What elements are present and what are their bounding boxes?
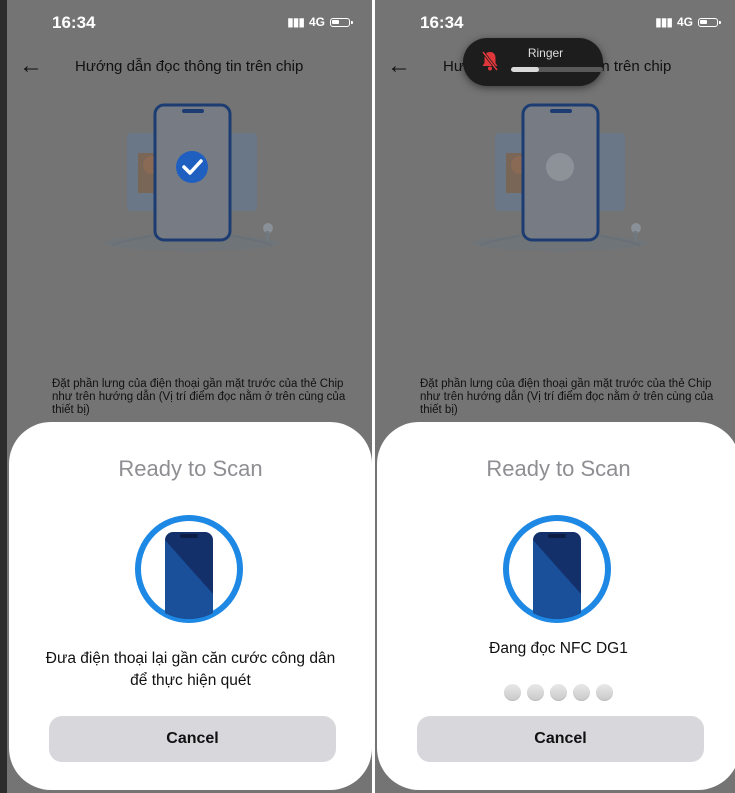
bell-muted-icon (481, 51, 499, 71)
instruction-text: Đặt phần lưng của điện thoại gần mặt trư… (52, 378, 346, 416)
status-time: 16:34 (52, 13, 96, 32)
checkmark-icon (176, 151, 208, 183)
nav-bar: ← Hướng dẫn đọc thông tin trên chip (7, 52, 372, 82)
signal-icon: ▮▮▮ (287, 15, 305, 29)
scan-instruction-message: Đưa điện thoại lại gần căn cước công dân… (45, 650, 336, 689)
ringer-label: Ringer (527, 46, 564, 60)
chip-reading-illustration (472, 103, 648, 251)
nfc-scan-sheet: Ready to Scan Đưa điện thoại lại gần căn… (9, 422, 372, 790)
scan-sheet-title: Ready to Scan (486, 456, 631, 481)
network-status: ▮▮▮ 4G (655, 15, 721, 29)
battery-icon (698, 17, 721, 27)
screenshot-pair: 16:34 ▮▮▮ 4G ← Hướng dẫn đọc thông tin t… (0, 0, 735, 793)
progress-dot (573, 684, 590, 701)
progress-dot (527, 684, 544, 701)
scan-progress-dots (377, 684, 735, 701)
cancel-button[interactable]: Cancel (49, 716, 336, 762)
ringer-volume-fill (511, 67, 539, 72)
chip-reading-illustration (104, 103, 280, 251)
scan-status-message: Đang đọc NFC DG1 (489, 640, 628, 657)
network-label: 4G (676, 15, 693, 29)
network-label: 4G (308, 15, 325, 29)
progress-dot (550, 684, 567, 701)
progress-dot (596, 684, 613, 701)
phone-screen-right: 16:34 ▮▮▮ 4G ← Hướng dẫn đọc thông tin t… (375, 0, 735, 793)
page-title: Hướng dẫn đọc thông tin trên chip (75, 58, 304, 75)
network-status: ▮▮▮ 4G (287, 15, 353, 29)
status-time: 16:34 (420, 13, 464, 32)
scan-sheet-title: Ready to Scan (118, 456, 263, 481)
ringer-volume-slider[interactable] (511, 67, 603, 72)
progress-dot (504, 684, 521, 701)
battery-icon (330, 17, 353, 27)
status-bar: 16:34 ▮▮▮ 4G (7, 0, 372, 44)
signal-icon: ▮▮▮ (655, 15, 673, 29)
instruction-text: Đặt phần lưng của điện thoại gần mặt trư… (420, 378, 714, 416)
ringer-hud: Ringer (463, 38, 603, 86)
cancel-button[interactable]: Cancel (417, 716, 704, 762)
back-arrow-icon[interactable]: ← (19, 52, 43, 80)
nfc-scan-sheet: Ready to Scan Đang đọc NFC DG1 Cancel (377, 422, 735, 790)
back-arrow-icon[interactable]: ← (387, 52, 411, 80)
nfc-phone-icon (135, 515, 243, 623)
nfc-phone-icon (503, 515, 611, 623)
phone-screen-left: 16:34 ▮▮▮ 4G ← Hướng dẫn đọc thông tin t… (7, 0, 372, 793)
